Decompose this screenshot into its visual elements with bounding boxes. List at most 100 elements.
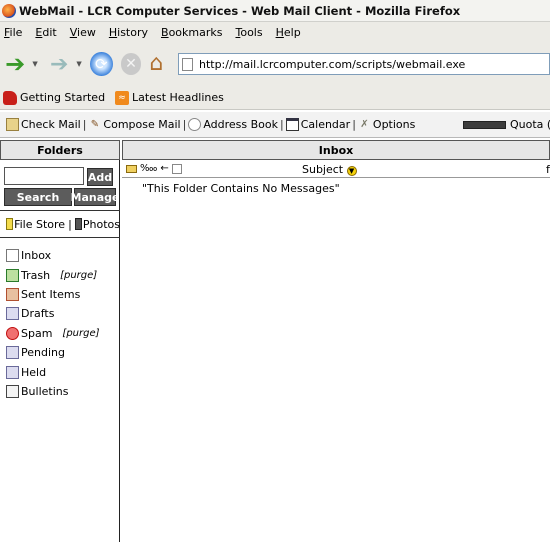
empty-folder-message: "This Folder Contains No Messages" bbox=[142, 182, 340, 195]
inbox-header: Inbox bbox=[122, 140, 550, 160]
menu-tools[interactable]: Tools bbox=[235, 26, 262, 39]
folder-item-drafts[interactable]: Drafts bbox=[6, 304, 118, 323]
toolbar-separator: | bbox=[280, 118, 284, 131]
folder-item-trash[interactable]: Trash [purge] bbox=[6, 265, 118, 284]
navigation-toolbar: ➔ ▼ ➔ ▼ ⟳ ✕ ⌂ http://mail.lcrcomputer.co… bbox=[0, 42, 550, 86]
stop-icon[interactable]: ✕ bbox=[120, 53, 142, 75]
folders-header: Folders bbox=[0, 140, 120, 160]
folder-list: Inbox Trash [purge] Sent Items Drafts Sp… bbox=[6, 246, 118, 401]
file-store-link[interactable]: File Store bbox=[14, 218, 65, 231]
toolbar-separator: | bbox=[352, 118, 356, 131]
sort-icon[interactable]: ▼ bbox=[346, 166, 357, 176]
window-titlebar: WebMail - LCR Computer Services - Web Ma… bbox=[0, 0, 550, 22]
subject-label: Subject bbox=[302, 163, 344, 176]
back-history-dropdown-icon[interactable]: ▼ bbox=[32, 60, 40, 68]
spam-folder-icon bbox=[6, 326, 19, 340]
options-label: Options bbox=[372, 118, 416, 131]
purge-spam-link[interactable]: [purge] bbox=[62, 328, 99, 339]
menu-bar: File Edit View History Bookmarks Tools H… bbox=[0, 22, 550, 42]
calendar-link[interactable]: Calendar bbox=[285, 118, 351, 131]
bookmarks-toolbar: Getting Started ≈ Latest Headlines bbox=[0, 86, 550, 110]
menu-help[interactable]: Help bbox=[276, 26, 301, 39]
quota-label: Quota (0% bbox=[510, 118, 550, 131]
menu-history[interactable]: History bbox=[109, 26, 148, 39]
folder-label: Spam bbox=[21, 326, 53, 340]
firefox-icon bbox=[2, 3, 16, 18]
check-mail-label: Check Mail bbox=[21, 118, 81, 131]
from-column-header[interactable]: f bbox=[546, 163, 550, 176]
folder-item-pending[interactable]: Pending bbox=[6, 343, 118, 362]
folders-pane: Folders Add Search Manage File Store | P… bbox=[0, 140, 120, 542]
store-links: File Store | Photos bbox=[0, 210, 120, 238]
folder-item-inbox[interactable]: Inbox bbox=[6, 246, 118, 265]
held-folder-icon bbox=[6, 365, 19, 379]
menu-edit[interactable]: Edit bbox=[35, 26, 56, 39]
select-all-checkbox-icon[interactable] bbox=[171, 163, 182, 174]
menu-file[interactable]: File bbox=[4, 26, 22, 39]
calendar-label: Calendar bbox=[300, 118, 351, 131]
address-bar-url[interactable]: http://mail.lcrcomputer.com/scripts/webm… bbox=[199, 58, 465, 71]
compose-mail-link[interactable]: ✎ Compose Mail bbox=[88, 118, 181, 131]
calendar-icon bbox=[285, 118, 299, 131]
folder-label: Pending bbox=[21, 346, 65, 360]
pending-folder-icon bbox=[6, 346, 19, 360]
envelope-icon[interactable] bbox=[126, 164, 137, 173]
address-book-link[interactable]: Address Book bbox=[188, 118, 278, 131]
reply-arrow-icon[interactable]: ← bbox=[160, 163, 168, 174]
bulletins-folder-icon bbox=[6, 384, 19, 398]
folder-label: Inbox bbox=[21, 249, 52, 263]
quota-indicator: Quota (0% bbox=[463, 118, 550, 131]
home-icon[interactable]: ⌂ bbox=[149, 53, 172, 75]
address-book-label: Address Book bbox=[203, 118, 278, 131]
window-title: WebMail - LCR Computer Services - Web Ma… bbox=[19, 3, 461, 18]
purge-trash-link[interactable]: [purge] bbox=[60, 270, 97, 281]
inbox-pane: Inbox ‱ ← Subject ▼ f "This Folder Conta… bbox=[122, 140, 550, 542]
bookmark-label: Getting Started bbox=[20, 91, 106, 104]
bookmark-latest-headlines[interactable]: ≈ Latest Headlines bbox=[115, 90, 224, 105]
check-mail-icon bbox=[6, 118, 19, 131]
menu-view[interactable]: View bbox=[70, 26, 96, 39]
rss-feed-icon: ≈ bbox=[115, 90, 130, 105]
address-bar[interactable]: http://mail.lcrcomputer.com/scripts/webm… bbox=[177, 53, 550, 75]
menu-bookmarks[interactable]: Bookmarks bbox=[161, 26, 222, 39]
options-icon: ✗ bbox=[360, 119, 369, 130]
folder-label: Trash bbox=[21, 268, 51, 282]
check-mail-link[interactable]: Check Mail bbox=[6, 118, 81, 131]
folder-label: Drafts bbox=[21, 307, 55, 321]
reload-icon[interactable]: ⟳ bbox=[89, 52, 113, 76]
forward-history-dropdown-icon[interactable]: ▼ bbox=[76, 60, 84, 68]
folder-item-sent-items[interactable]: Sent Items bbox=[6, 285, 118, 304]
toolbar-separator: | bbox=[182, 118, 187, 131]
manage-button[interactable]: Manage bbox=[71, 188, 119, 206]
folder-item-spam[interactable]: Spam [purge] bbox=[6, 324, 118, 343]
toolbar-separator: | bbox=[82, 118, 87, 131]
column-icons: ‱ ← bbox=[126, 163, 185, 174]
photo-icon bbox=[74, 218, 82, 230]
search-input[interactable] bbox=[4, 167, 84, 185]
trash-folder-icon bbox=[6, 268, 19, 282]
message-list-header: ‱ ← Subject ▼ f bbox=[122, 162, 550, 178]
forward-icon[interactable]: ➔ bbox=[46, 50, 72, 78]
quota-bar bbox=[463, 120, 506, 129]
folder-label: Held bbox=[21, 365, 47, 379]
compose-mail-label: Compose Mail bbox=[103, 118, 181, 131]
page-icon bbox=[181, 57, 193, 71]
search-button[interactable]: Search bbox=[4, 188, 72, 206]
compose-icon: ✎ bbox=[90, 119, 100, 130]
address-book-icon bbox=[188, 118, 202, 131]
folder-item-held[interactable]: Held bbox=[6, 362, 118, 381]
inbox-folder-icon bbox=[6, 249, 19, 263]
folder-item-bulletins[interactable]: Bulletins bbox=[6, 382, 118, 401]
back-icon[interactable]: ➔ bbox=[2, 50, 28, 78]
add-button[interactable]: Add bbox=[87, 168, 113, 186]
sent-folder-icon bbox=[6, 287, 19, 301]
photos-link[interactable]: Photos bbox=[83, 218, 120, 231]
drafts-folder-icon bbox=[6, 307, 19, 321]
attachment-icon[interactable]: ‱ bbox=[140, 163, 157, 174]
options-link[interactable]: ✗ Options bbox=[358, 118, 415, 131]
store-separator: | bbox=[68, 217, 72, 231]
getting-started-icon bbox=[3, 90, 17, 105]
subject-column-header[interactable]: Subject ▼ bbox=[302, 163, 357, 176]
folder-icon bbox=[6, 218, 14, 230]
bookmark-getting-started[interactable]: Getting Started bbox=[3, 90, 106, 105]
